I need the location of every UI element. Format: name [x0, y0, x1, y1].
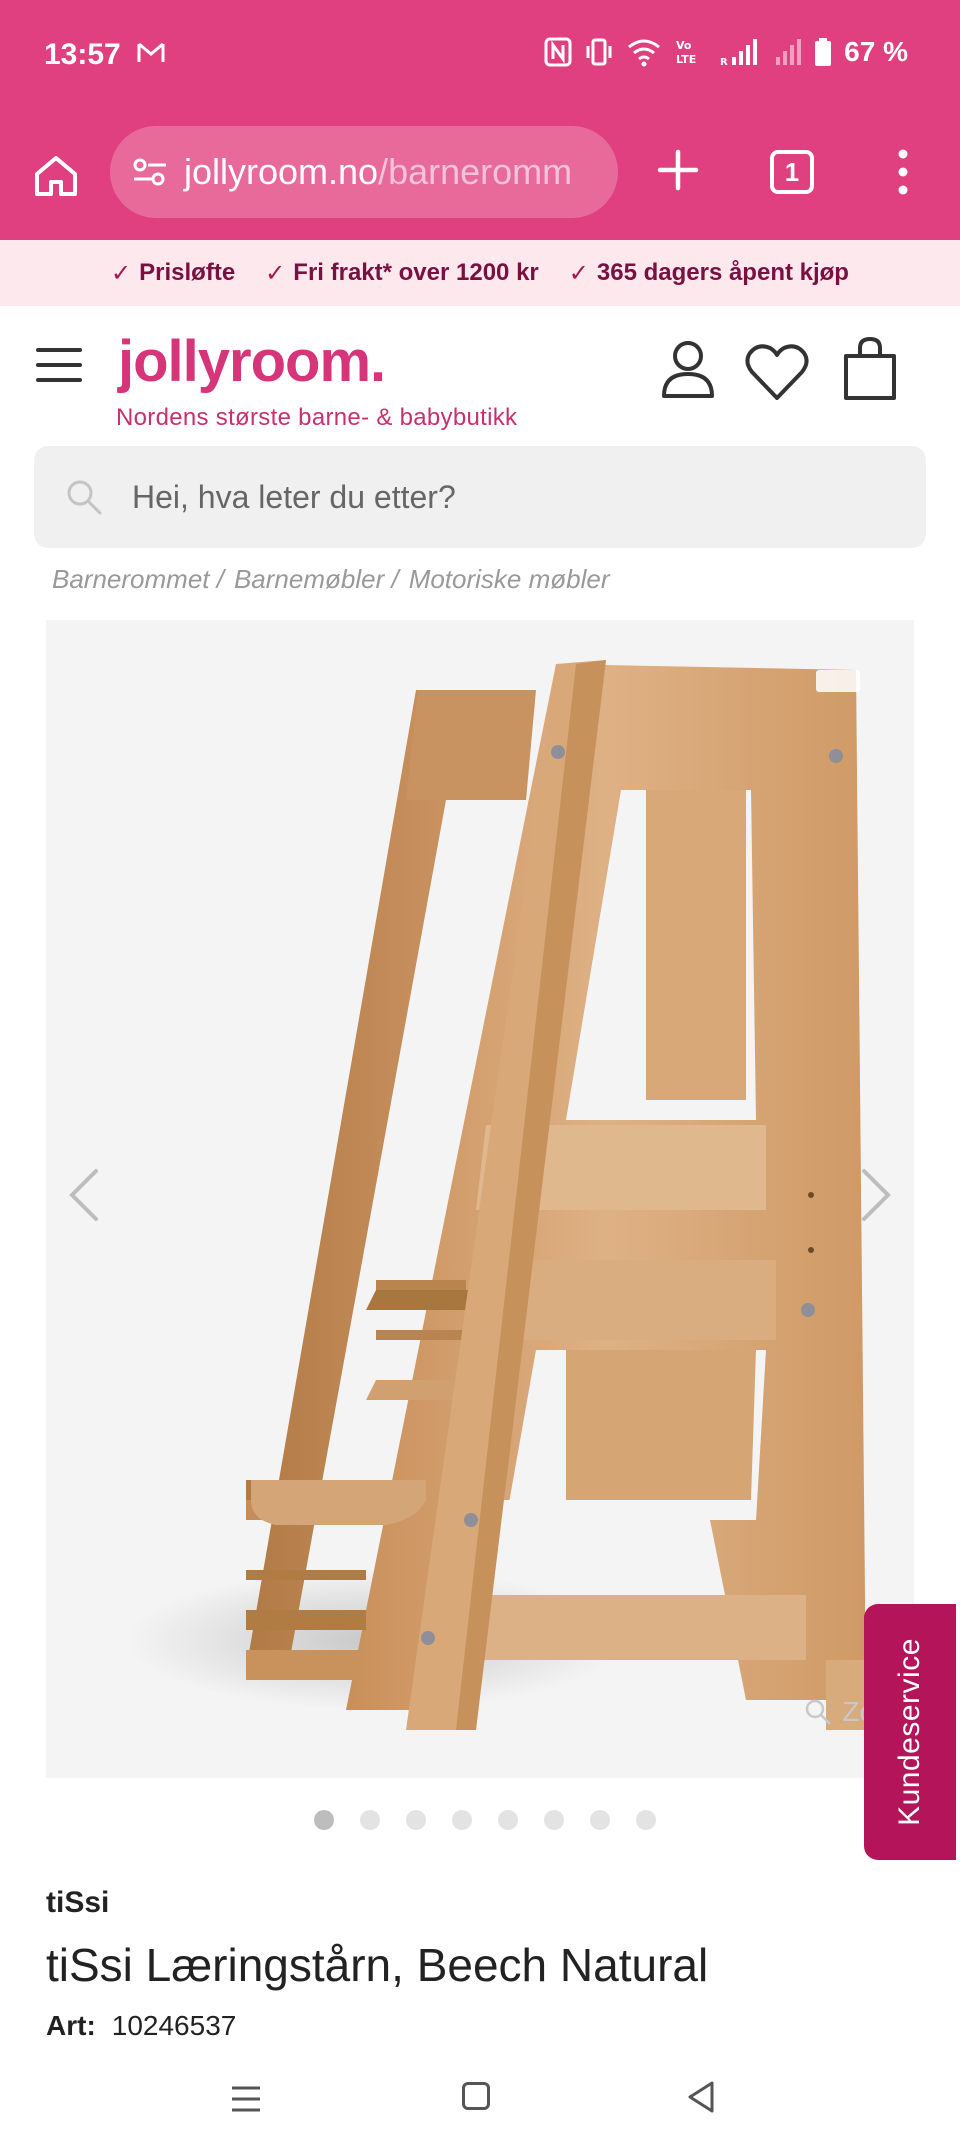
wifi-icon [628, 39, 661, 67]
android-home-icon[interactable] [462, 2082, 490, 2110]
signal-icon: R [720, 39, 758, 67]
svg-text:LTE: LTE [676, 53, 696, 66]
status-icons: Vo LTE R 67 % [544, 36, 908, 68]
breadcrumb: Barnerommet / Barnemøbler / Motoriske mø… [52, 564, 610, 595]
product-image[interactable] [46, 620, 914, 1778]
carousel-dot[interactable] [406, 1810, 426, 1830]
android-nav-bar [0, 2060, 960, 2146]
jollyroom-logo[interactable]: jollyroom. [118, 328, 386, 395]
checkmark-icon: ✓ [568, 259, 589, 287]
checkmark-icon: ✓ [111, 259, 132, 287]
site-header: jollyroom. Nordens største barne- & baby… [0, 306, 960, 436]
battery-icon [815, 38, 832, 66]
customer-service-button[interactable]: Kundeservice [864, 1604, 956, 1860]
svg-text:Vo: Vo [676, 39, 692, 52]
volte-icon: VoLTE [676, 39, 696, 66]
url-host: jollyroom.no [184, 151, 379, 192]
carousel-dot[interactable] [636, 1810, 656, 1830]
recent-apps-icon[interactable] [230, 2084, 262, 2114]
new-tab-icon[interactable] [654, 146, 702, 194]
article-number-label: Art: [46, 2010, 96, 2041]
url-path: /barneromm [378, 151, 573, 192]
search-icon [67, 480, 102, 515]
customer-service-label: Kundeservice [893, 1638, 926, 1826]
battery-level: 67 % [844, 36, 908, 67]
promo-item-label: Prisløfte [139, 259, 236, 286]
carousel-dot[interactable] [498, 1810, 518, 1830]
checkmark-icon: ✓ [265, 259, 286, 287]
carousel-dot-active[interactable] [314, 1810, 334, 1830]
home-icon [35, 156, 77, 196]
svg-text:R: R [720, 57, 728, 67]
gallery-next-arrow-icon[interactable] [858, 1165, 894, 1225]
site-settings-icon[interactable] [130, 152, 170, 192]
gmail-icon [137, 42, 165, 62]
breadcrumb-item-motoriske-mobler[interactable]: Motoriske møbler [409, 564, 610, 595]
promo-item-label: 365 dagers åpent kjøp [596, 259, 849, 286]
vibrate-icon [586, 38, 612, 66]
nfc-icon [544, 37, 572, 67]
product-title: tiSsi Læringstårn, Beech Natural [46, 1939, 709, 1991]
more-menu-icon[interactable] [888, 146, 918, 198]
carousel-dot[interactable] [360, 1810, 380, 1830]
carousel-dot[interactable] [452, 1810, 472, 1830]
promo-strip: ✓ Prisløfte ✓ Fri frakt* over 1200 kr ✓ … [0, 240, 960, 306]
breadcrumb-item-barnemobler[interactable]: Barnemøbler / [234, 564, 399, 595]
tagline: Nordens største barne- & babybutikk [116, 404, 518, 431]
carousel-dot[interactable] [590, 1810, 610, 1830]
article-number-value: 10246537 [111, 2010, 237, 2041]
product-brand[interactable]: tiSsi [46, 1886, 109, 1920]
back-icon[interactable] [686, 2080, 716, 2114]
account-icon[interactable] [660, 338, 716, 400]
search-placeholder: Hei, hva leter du etter? [132, 478, 456, 515]
search-input[interactable]: Hei, hva leter du etter? [34, 446, 926, 548]
url-text: jollyroom.no/barneromm [184, 151, 572, 193]
carousel-dot[interactable] [544, 1810, 564, 1830]
promo-item: ✓ 365 dagers åpent kjøp [569, 259, 849, 288]
browser-toolbar: jollyroom.no/barneromm 1 [0, 118, 960, 240]
hamburger-menu-icon[interactable] [36, 348, 82, 382]
status-time: 13:57 [44, 38, 121, 71]
promo-item: ✓ Fri frakt* over 1200 kr [265, 259, 539, 288]
status-bar: 13:57 Vo LTE R 67 % [0, 0, 960, 118]
tab-switcher-button[interactable]: 1 [770, 150, 814, 194]
home-button[interactable] [28, 148, 84, 204]
breadcrumb-item-barnerommet[interactable]: Barnerommet / [52, 564, 224, 595]
wishlist-heart-icon[interactable] [744, 342, 810, 402]
signal-2-icon [776, 39, 802, 65]
gallery-prev-arrow-icon[interactable] [66, 1165, 102, 1225]
promo-item: ✓ Prisløfte [111, 259, 235, 288]
promo-item-label: Fri frakt* over 1200 kr [293, 259, 539, 286]
article-number: Art: 10246537 [46, 2010, 236, 2042]
product-image-gallery[interactable]: Zoom [46, 620, 914, 1778]
zoom-icon [806, 1699, 832, 1725]
shopping-bag-icon[interactable] [842, 336, 898, 402]
address-bar[interactable]: jollyroom.no/barneromm [110, 126, 618, 218]
carousel-dots [0, 1810, 960, 1830]
